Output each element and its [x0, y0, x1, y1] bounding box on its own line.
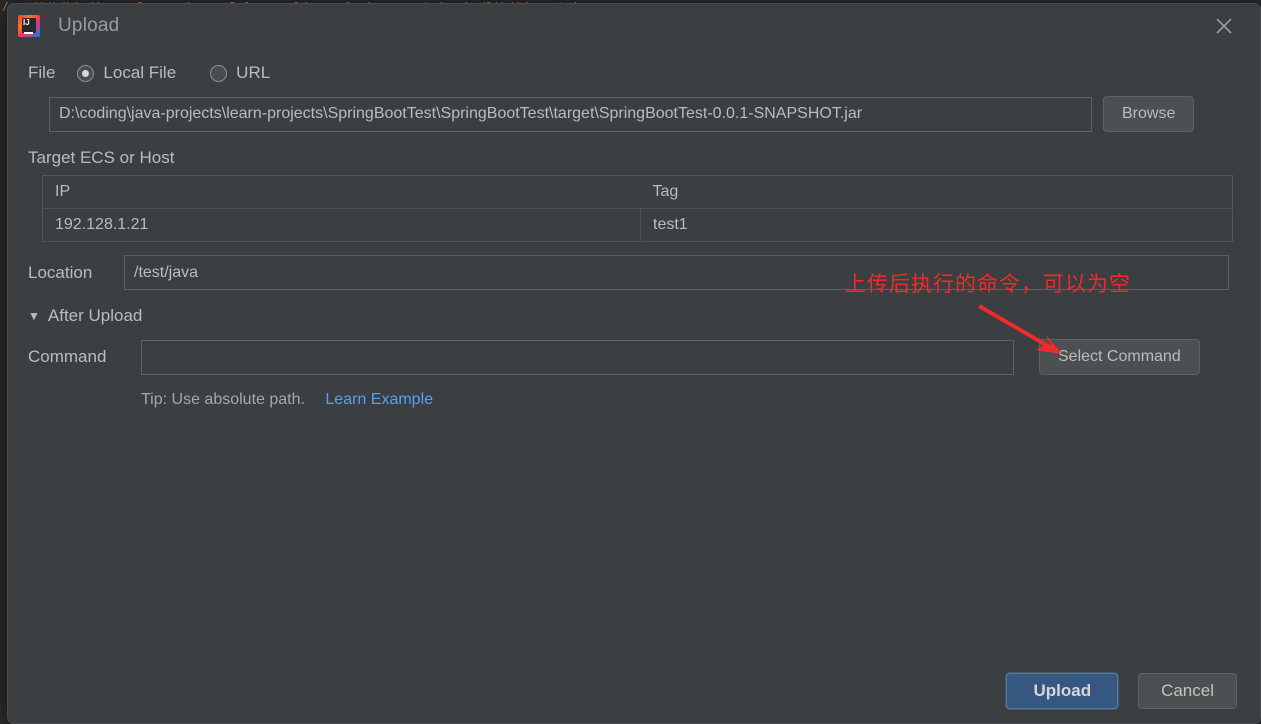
browse-button[interactable]: Browse [1103, 96, 1194, 132]
table-row[interactable]: 192.128.1.21 test1 [43, 209, 1233, 242]
table-header-row: IP Tag [43, 176, 1233, 209]
select-command-button[interactable]: Select Command [1039, 339, 1200, 375]
after-upload-toggle[interactable]: ▼ After Upload [28, 306, 1240, 326]
file-path-row: Browse [28, 96, 1240, 132]
tip-text: Tip: Use absolute path. [141, 391, 305, 408]
screen-root: /opt/jdk/bin/java -Dmaven.home -Dclasswo… [0, 0, 1261, 724]
command-row: Command Select Command [28, 339, 1240, 375]
column-header-tag[interactable]: Tag [641, 176, 1233, 209]
dialog-title: Upload [58, 15, 119, 37]
cell-tag: test1 [641, 209, 1233, 242]
learn-example-link[interactable]: Learn Example [325, 391, 433, 408]
radio-url-indicator [210, 65, 227, 82]
dialog-body: File Local File URL Browse T [8, 56, 1260, 409]
file-source-row: File Local File URL [28, 56, 1240, 90]
file-source-radio-group: Local File URL [77, 63, 304, 83]
target-host-table[interactable]: IP Tag 192.128.1.21 test1 [42, 175, 1233, 242]
column-header-ip[interactable]: IP [43, 176, 641, 209]
intellij-idea-logo-icon: IJ [18, 15, 40, 37]
dialog-footer: Upload Cancel [1006, 673, 1237, 709]
location-label: Location [28, 263, 124, 283]
target-section-label: Target ECS or Host [28, 148, 1240, 168]
file-path-input[interactable] [49, 97, 1092, 132]
triangle-down-icon: ▼ [28, 310, 40, 322]
tip-row: Tip: Use absolute path. Learn Example [28, 391, 1240, 409]
radio-local-file-label: Local File [103, 63, 176, 83]
dialog-titlebar: IJ Upload [8, 4, 1260, 48]
close-icon[interactable] [1210, 12, 1238, 40]
cancel-button[interactable]: Cancel [1138, 673, 1237, 709]
file-label: File [28, 63, 55, 83]
cell-ip: 192.128.1.21 [43, 209, 641, 242]
radio-local-file-indicator [77, 65, 94, 82]
upload-button[interactable]: Upload [1006, 673, 1118, 709]
radio-url-label: URL [236, 63, 270, 83]
location-row: Location [28, 255, 1240, 290]
upload-dialog: IJ Upload File Local File [7, 3, 1261, 724]
radio-url[interactable]: URL [210, 63, 270, 83]
after-upload-label: After Upload [48, 306, 143, 326]
command-input[interactable] [141, 340, 1014, 375]
location-input[interactable] [124, 255, 1229, 290]
radio-local-file[interactable]: Local File [77, 63, 176, 83]
command-label: Command [28, 347, 141, 367]
